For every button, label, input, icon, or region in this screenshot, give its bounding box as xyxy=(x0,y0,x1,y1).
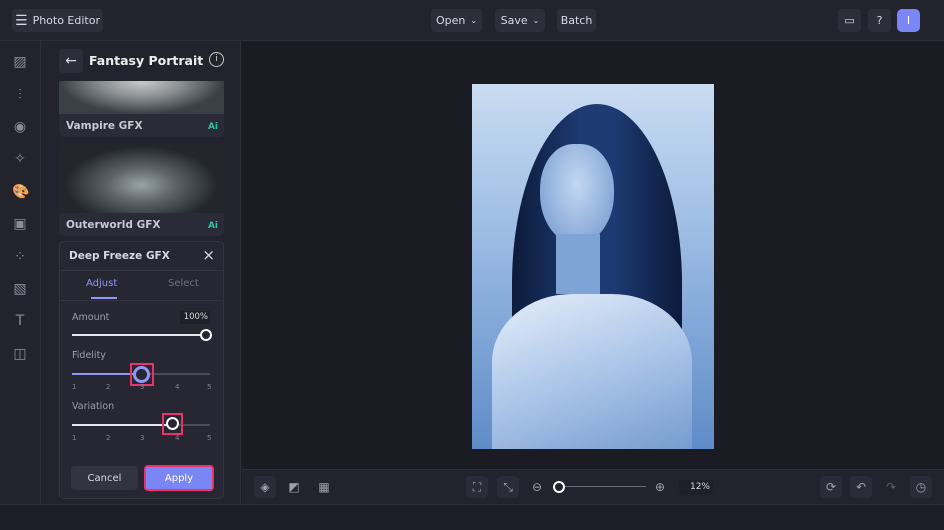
tick-label: 4 xyxy=(175,383,180,391)
open-label: Open xyxy=(435,14,466,27)
batch-label: Batch xyxy=(560,14,593,27)
tick-label: 3 xyxy=(140,434,145,442)
effect-card-vampire[interactable]: Vampire GFX Ai xyxy=(59,81,224,137)
tick-label: 1 xyxy=(72,383,77,391)
effects-panel: ← Fantasy Portrait i Vampire GFX Ai Oute… xyxy=(41,41,241,504)
hamburger-icon: ☰ xyxy=(15,12,28,29)
effect-settings: Deep Freeze GFX × Adjust Select Amount 1… xyxy=(59,241,224,499)
overlay-icon[interactable]: ◫ xyxy=(12,346,28,362)
fidelity-label: Fidelity xyxy=(72,350,106,361)
refresh-icon[interactable]: ⟳ xyxy=(820,476,842,498)
save-button[interactable]: Save ⌄ xyxy=(495,9,545,32)
adjust-sliders-icon[interactable]: ⫶ xyxy=(12,87,28,103)
comment-icon[interactable]: ▭ xyxy=(838,9,861,32)
panel-title: Fantasy Portrait xyxy=(89,53,204,68)
history-icon[interactable]: ◷ xyxy=(910,476,932,498)
save-label: Save xyxy=(500,14,528,27)
help-icon[interactable]: ? xyxy=(868,9,891,32)
user-avatar[interactable]: I xyxy=(897,9,920,32)
apply-button[interactable]: Apply xyxy=(144,465,214,491)
effect-title: Deep Freeze GFX xyxy=(69,250,170,262)
zoom-value[interactable]: 12% xyxy=(679,480,713,495)
edited-photo[interactable] xyxy=(472,84,714,449)
frame-icon[interactable]: ▣ xyxy=(12,216,28,232)
tool-rail: ▨ ⫶ ◉ ✧ 🎨 ▣ ⁘ ▧ T ◫ xyxy=(0,41,41,504)
eye-icon[interactable]: ◉ xyxy=(12,119,28,135)
app-title: Photo Editor xyxy=(32,14,100,27)
image-icon[interactable]: ▨ xyxy=(12,54,28,70)
chevron-down-icon: ⌄ xyxy=(532,16,540,25)
variation-slider-handle[interactable] xyxy=(166,417,179,430)
tick-label: 5 xyxy=(207,383,212,391)
ai-badge: Ai xyxy=(207,221,218,231)
batch-button[interactable]: Batch xyxy=(557,9,596,32)
texture-icon[interactable]: ▧ xyxy=(12,281,28,297)
avatar-initial: I xyxy=(906,14,911,27)
cancel-button[interactable]: Cancel xyxy=(71,466,138,490)
undo-icon[interactable]: ↶ xyxy=(850,476,872,498)
back-button[interactable]: ← xyxy=(59,49,83,73)
footer-strip xyxy=(0,504,944,530)
amount-slider[interactable] xyxy=(72,334,210,336)
apply-label: Apply xyxy=(164,472,194,484)
grid-icon[interactable]: ▦ xyxy=(313,476,335,498)
vampire-thumbnail xyxy=(59,81,224,114)
card-label: Vampire GFX xyxy=(66,120,143,132)
canvas-area xyxy=(242,41,944,469)
zoom-out-icon[interactable]: ⊖ xyxy=(526,476,548,498)
bottom-toolbar: ◈ ◩ ▦ ⛶ ⤡ ⊖ ⊕ 12% ⟳ ↶ ↷ ◷ xyxy=(242,469,944,504)
amount-slider-handle[interactable] xyxy=(200,329,212,341)
zoom-slider[interactable] xyxy=(560,486,646,487)
tick-label: 2 xyxy=(106,383,111,391)
tab-adjust[interactable]: Adjust xyxy=(86,278,117,289)
zoom-in-icon[interactable]: ⊕ xyxy=(649,476,671,498)
open-button[interactable]: Open ⌄ xyxy=(431,9,482,32)
effect-card-outerworld[interactable]: Outerworld GFX Ai xyxy=(59,143,224,236)
shrink-icon[interactable]: ⤡ xyxy=(497,476,519,498)
zoom-slider-handle[interactable] xyxy=(553,481,565,493)
layers-icon[interactable]: ◈ xyxy=(254,476,276,498)
tab-select[interactable]: Select xyxy=(168,278,199,289)
graphics-icon[interactable]: ⁘ xyxy=(12,249,28,265)
fit-screen-icon[interactable]: ⛶ xyxy=(466,476,488,498)
tick-label: 2 xyxy=(106,434,111,442)
variation-slider[interactable] xyxy=(72,424,210,426)
close-icon[interactable]: × xyxy=(202,246,215,264)
tick-label: 1 xyxy=(72,434,77,442)
info-icon[interactable]: i xyxy=(209,52,224,67)
card-label: Outerworld GFX xyxy=(66,219,161,231)
redo-icon[interactable]: ↷ xyxy=(880,476,902,498)
artsy-palette-icon[interactable]: 🎨 xyxy=(12,184,29,200)
amount-value[interactable]: 100% xyxy=(180,311,210,324)
ai-badge: Ai xyxy=(207,122,218,132)
sparkle-effects-icon[interactable]: ✧ xyxy=(12,151,28,167)
text-icon[interactable]: T xyxy=(12,313,28,329)
app-menu-button[interactable]: ☰ Photo Editor xyxy=(12,9,103,32)
tick-label: 3 xyxy=(140,383,145,391)
top-bar: ☰ Photo Editor Open ⌄ Save ⌄ Batch ▭ ? I xyxy=(0,0,944,41)
chevron-down-icon: ⌄ xyxy=(470,16,478,25)
tick-label: 5 xyxy=(207,434,212,442)
fidelity-slider-handle[interactable] xyxy=(133,366,150,383)
cancel-label: Cancel xyxy=(87,472,122,484)
amount-label: Amount xyxy=(72,312,110,323)
variation-label: Variation xyxy=(72,401,115,412)
compare-icon[interactable]: ◩ xyxy=(283,476,305,498)
tick-label: 4 xyxy=(175,434,180,442)
outerworld-thumbnail xyxy=(59,143,224,213)
